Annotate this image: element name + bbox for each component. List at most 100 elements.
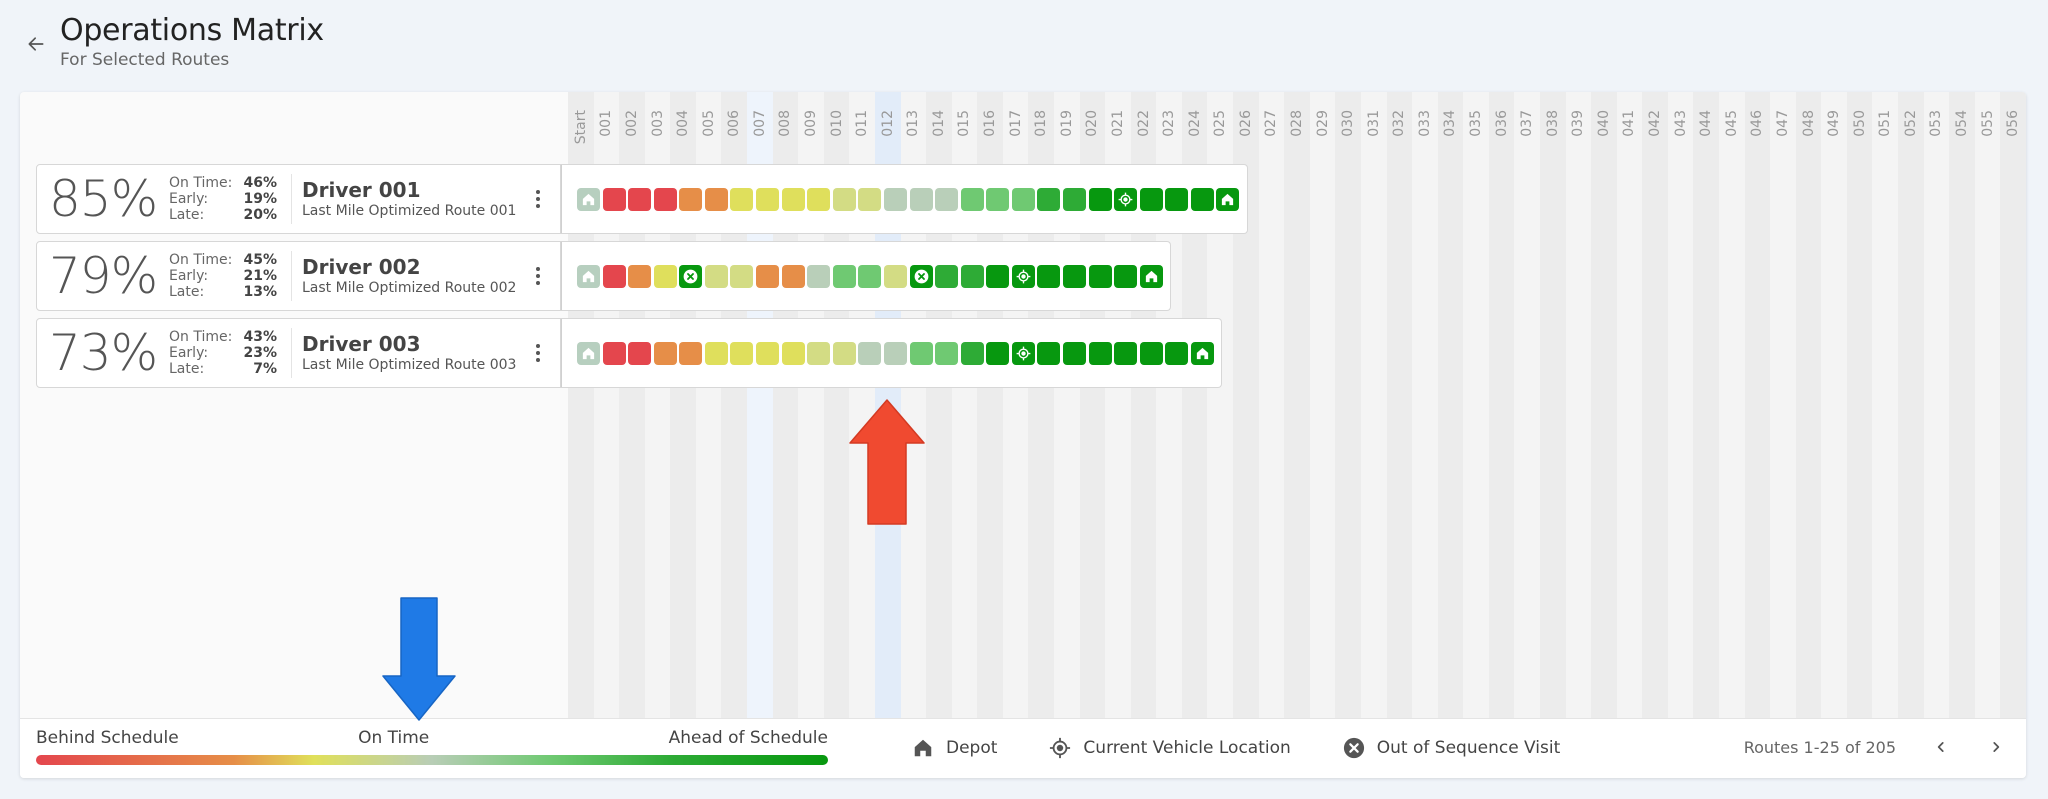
- stop-depot[interactable]: [1216, 187, 1240, 211]
- stop-cell[interactable]: [781, 264, 805, 288]
- behind-schedule-label: Behind Schedule: [36, 728, 179, 748]
- stop-cell[interactable]: [807, 341, 831, 365]
- stop-cell[interactable]: [1088, 187, 1112, 211]
- route-stats: On Time: 43% Early: 23% Late: 7%: [169, 329, 277, 377]
- late-value: 13%: [243, 284, 277, 300]
- stop-cell[interactable]: [935, 264, 959, 288]
- stop-cell[interactable]: [909, 341, 933, 365]
- stop-cell[interactable]: [1037, 341, 1061, 365]
- more-options-button[interactable]: [528, 190, 548, 208]
- stop-cell[interactable]: [756, 341, 780, 365]
- stop-cell[interactable]: [1088, 264, 1112, 288]
- stop-cell[interactable]: [909, 187, 933, 211]
- stop-location[interactable]: [1011, 264, 1035, 288]
- stop-cell[interactable]: [679, 341, 703, 365]
- stop-depot[interactable]: [577, 341, 600, 365]
- stop-cell[interactable]: [1165, 341, 1189, 365]
- stop-cell[interactable]: [653, 264, 677, 288]
- stop-cell[interactable]: [858, 187, 882, 211]
- stop-cell[interactable]: [807, 187, 831, 211]
- stop-cell[interactable]: [679, 187, 703, 211]
- stop-cell[interactable]: [781, 341, 805, 365]
- stop-cell[interactable]: [704, 264, 728, 288]
- column-header-label: 047: [1774, 110, 1791, 137]
- back-button[interactable]: [24, 32, 48, 56]
- stop-cell[interactable]: [960, 187, 984, 211]
- stop-cell[interactable]: [1165, 187, 1189, 211]
- stop-cell[interactable]: [832, 341, 856, 365]
- stop-cell[interactable]: [1062, 341, 1086, 365]
- route-name: Last Mile Optimized Route 001: [302, 203, 517, 219]
- stop-cell[interactable]: [756, 187, 780, 211]
- schedule-scale: Behind Schedule On Time Ahead of Schedul…: [36, 727, 828, 765]
- gps-fixed-icon: [1016, 346, 1031, 360]
- stop-cell[interactable]: [1037, 187, 1061, 211]
- pagination: Routes 1-25 of 205: [1744, 737, 2006, 757]
- column-header-label: 046: [1749, 110, 1766, 137]
- stop-cell[interactable]: [1062, 264, 1086, 288]
- stop-cell[interactable]: [935, 341, 959, 365]
- stop-cell[interactable]: [602, 187, 626, 211]
- stop-out-of-sequence[interactable]: [909, 264, 933, 288]
- stop-cell[interactable]: [935, 187, 959, 211]
- stop-cell[interactable]: [730, 341, 754, 365]
- stop-cell[interactable]: [832, 187, 856, 211]
- stop-cell[interactable]: [986, 187, 1010, 211]
- stop-cell[interactable]: [628, 341, 652, 365]
- next-page-button[interactable]: [1986, 737, 2006, 757]
- column-header-label: 038: [1544, 110, 1561, 137]
- more-options-button[interactable]: [528, 267, 548, 285]
- previous-page-button[interactable]: [1931, 737, 1951, 757]
- stop-cell[interactable]: [986, 341, 1010, 365]
- stop-cell[interactable]: [602, 341, 626, 365]
- stop-depot[interactable]: [577, 187, 600, 211]
- stop-cell[interactable]: [730, 187, 754, 211]
- stop-cell[interactable]: [883, 187, 907, 211]
- stop-cell[interactable]: [756, 264, 780, 288]
- stop-cell[interactable]: [1139, 341, 1163, 365]
- stop-cell[interactable]: [1088, 341, 1112, 365]
- stop-cell[interactable]: [832, 264, 856, 288]
- stop-cell[interactable]: [1114, 264, 1138, 288]
- column-header-label: 008: [777, 110, 794, 137]
- stop-cell[interactable]: [1139, 187, 1163, 211]
- blue-down-arrow-annotation: [382, 597, 456, 721]
- stop-depot[interactable]: [1139, 264, 1163, 288]
- stop-out-of-sequence[interactable]: [679, 264, 703, 288]
- stop-cell[interactable]: [653, 341, 677, 365]
- stop-location[interactable]: [1011, 341, 1035, 365]
- stop-depot[interactable]: [1190, 341, 1214, 365]
- on-time-value: 43%: [243, 329, 277, 345]
- column-header-label: 045: [1723, 110, 1740, 137]
- page-header: Operations Matrix For Selected Routes: [24, 12, 324, 70]
- stop-cell[interactable]: [602, 264, 626, 288]
- stop-cell[interactable]: [704, 341, 728, 365]
- stop-cell[interactable]: [1037, 264, 1061, 288]
- stop-cell[interactable]: [883, 264, 907, 288]
- stop-cell[interactable]: [986, 264, 1010, 288]
- more-options-button[interactable]: [528, 344, 548, 362]
- stop-cell[interactable]: [653, 187, 677, 211]
- stop-depot[interactable]: [577, 264, 600, 288]
- matrix-column: 035: [1463, 92, 1489, 718]
- stop-cell[interactable]: [1011, 187, 1035, 211]
- stop-cell[interactable]: [1062, 187, 1086, 211]
- stop-cell[interactable]: [1190, 187, 1214, 211]
- stop-cell[interactable]: [628, 187, 652, 211]
- stop-cell[interactable]: [858, 341, 882, 365]
- route-summary[interactable]: 79% On Time: 45% Early: 21% Late: 13% Dr…: [36, 241, 561, 311]
- route-summary[interactable]: 85% On Time: 46% Early: 19% Late: 20% Dr…: [36, 164, 561, 234]
- route-summary[interactable]: 73% On Time: 43% Early: 23% Late: 7% Dri…: [36, 318, 561, 388]
- stop-cell[interactable]: [1114, 341, 1138, 365]
- stop-cell[interactable]: [960, 341, 984, 365]
- stop-cell[interactable]: [730, 264, 754, 288]
- stop-cell[interactable]: [781, 187, 805, 211]
- stop-cell[interactable]: [704, 187, 728, 211]
- stop-cell[interactable]: [858, 264, 882, 288]
- stop-cell[interactable]: [628, 264, 652, 288]
- stop-cell[interactable]: [883, 341, 907, 365]
- stop-location[interactable]: [1114, 187, 1138, 211]
- route-row: 79% On Time: 45% Early: 21% Late: 13% Dr…: [36, 241, 1248, 311]
- stop-cell[interactable]: [807, 264, 831, 288]
- stop-cell[interactable]: [960, 264, 984, 288]
